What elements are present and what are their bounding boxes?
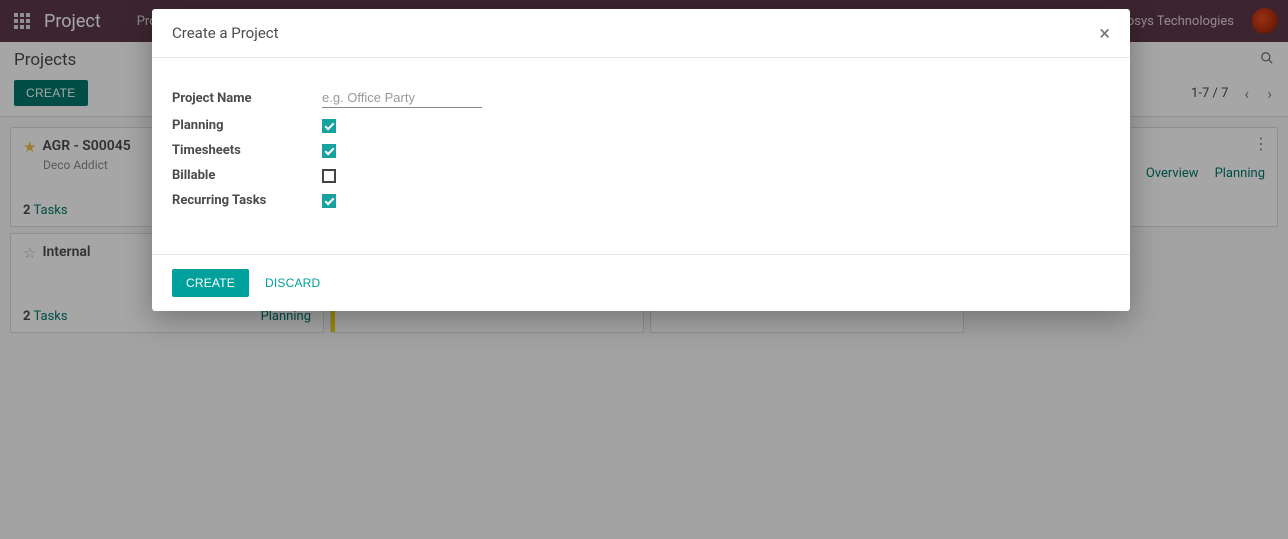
modal-create-button[interactable]: CREATE xyxy=(172,269,249,297)
label-planning: Planning xyxy=(172,118,322,133)
label-recurring: Recurring Tasks xyxy=(172,193,322,208)
checkbox-billable[interactable] xyxy=(322,169,336,183)
modal-discard-button[interactable]: DISCARD xyxy=(265,276,320,290)
dialog-title: Create a Project xyxy=(172,24,279,42)
checkbox-recurring[interactable] xyxy=(322,194,336,208)
checkbox-timesheets[interactable] xyxy=(322,144,336,158)
close-icon[interactable]: × xyxy=(1099,23,1110,43)
label-timesheets: Timesheets xyxy=(172,143,322,158)
checkbox-planning[interactable] xyxy=(322,119,336,133)
project-name-field[interactable] xyxy=(322,88,482,108)
create-project-dialog: Create a Project × Project Name Planning… xyxy=(152,9,1130,311)
label-billable: Billable xyxy=(172,168,322,183)
label-project-name: Project Name xyxy=(172,91,322,106)
